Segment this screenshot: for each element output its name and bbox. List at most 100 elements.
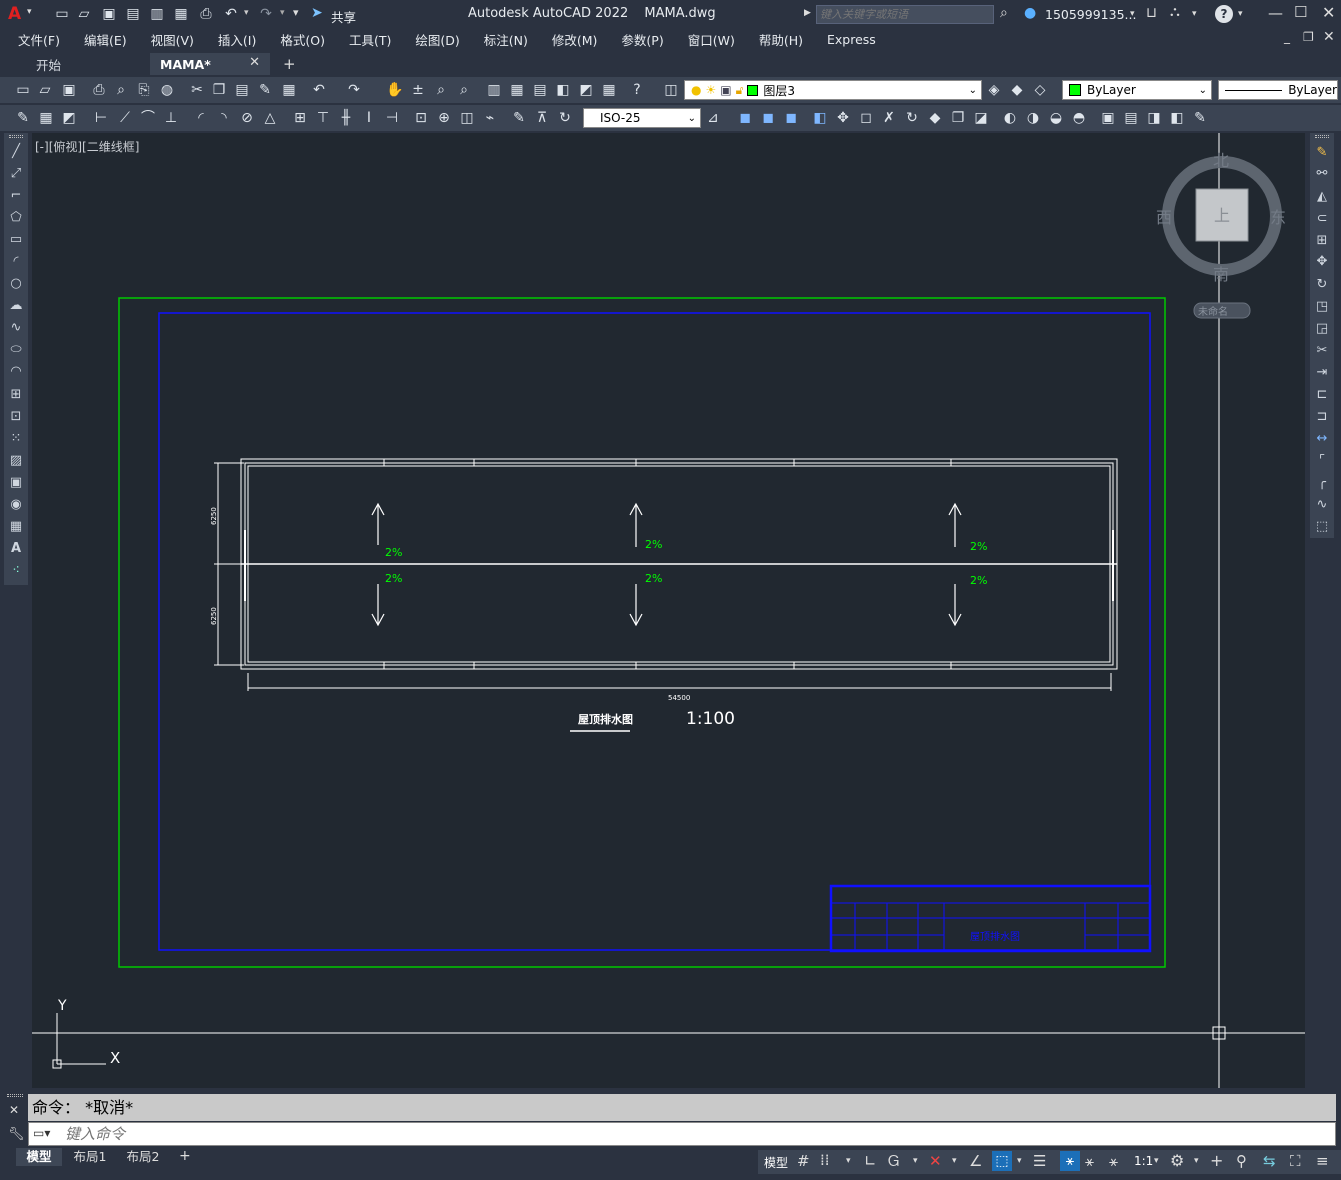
menu-dimension[interactable]: 标注(N)	[472, 30, 540, 49]
menu-parametric[interactable]: 参数(P)	[609, 30, 675, 49]
menu-file[interactable]: 文件(F)	[6, 30, 72, 49]
separate-icon[interactable]: ◒	[1047, 109, 1065, 127]
app-menu-arrow-icon[interactable]: ▾	[27, 7, 32, 17]
command-grip[interactable]	[7, 1094, 23, 1097]
palette-grip-right[interactable]	[1315, 135, 1329, 138]
union-icon[interactable]: ◼	[736, 109, 754, 127]
viewcube-top-label[interactable]: 上	[1214, 206, 1230, 225]
markup-icon[interactable]: ◩	[577, 81, 595, 99]
command-input-box[interactable]: ▭▾	[28, 1122, 1336, 1146]
check-icon[interactable]: ▣	[1099, 109, 1117, 127]
ortho-icon[interactable]: ∟	[864, 1152, 877, 1170]
viewcube-south[interactable]: 南	[1213, 265, 1229, 284]
properties-icon[interactable]: ▥	[485, 81, 503, 99]
menu-edit[interactable]: 编辑(E)	[72, 30, 139, 49]
stretch-icon[interactable]: ◲	[1314, 321, 1330, 337]
maximize-icon[interactable]: ☐	[1294, 3, 1307, 21]
viewcube-north[interactable]: 北	[1213, 151, 1229, 170]
save-file-icon[interactable]: ▣	[60, 81, 78, 99]
viewcube[interactable]	[1162, 156, 1282, 319]
circle-icon[interactable]: ○	[8, 276, 24, 292]
copy-icon[interactable]: ❐	[210, 81, 228, 99]
command-close-icon[interactable]: ✕	[9, 1103, 19, 1117]
save-web-icon[interactable]: ▦	[172, 5, 190, 23]
fillet-icon[interactable]: ╭	[1314, 475, 1330, 491]
dimstyle-dropdown-arrow-icon[interactable]: ⌄	[688, 113, 696, 124]
clean-icon[interactable]: ◑	[1024, 109, 1042, 127]
layer-on-icon[interactable]: ●	[691, 83, 701, 97]
scale-dropdown-icon[interactable]: ▾	[1154, 1156, 1159, 1166]
save-as-icon[interactable]: ▤	[124, 5, 142, 23]
undo-icon[interactable]: ↶	[222, 5, 240, 23]
status-menu-icon[interactable]: ≡	[1316, 1152, 1329, 1170]
help-tb-icon[interactable]: ?	[628, 81, 646, 99]
add-selected-icon[interactable]: ⁖	[8, 563, 24, 579]
annotation-monitor-icon[interactable]: +	[1210, 1151, 1223, 1170]
qnew-icon[interactable]: ▭	[14, 81, 32, 99]
arc-length-icon[interactable]: ⌒	[139, 109, 157, 127]
ellipse-arc-icon[interactable]: ◠	[8, 364, 24, 380]
solid-edit-icon[interactable]: ▤	[1122, 109, 1140, 127]
subtract-icon[interactable]: ◼	[759, 109, 777, 127]
share-label[interactable]: 共享	[331, 7, 356, 26]
explode-icon[interactable]: ⬚	[1314, 519, 1330, 535]
color-faces-icon[interactable]: ◪	[972, 109, 990, 127]
menu-modify[interactable]: 修改(M)	[540, 30, 610, 49]
tab-mama[interactable]: MAMA* ✕	[150, 53, 270, 75]
arc-icon[interactable]: ◜	[8, 254, 24, 270]
center-mark-icon[interactable]: ⊕	[435, 109, 453, 127]
construction-line-icon[interactable]: ⤢	[8, 166, 24, 182]
layout-tab-2[interactable]: 布局2	[120, 1148, 166, 1166]
clean-screen-icon[interactable]: ⛶	[1290, 1152, 1301, 1170]
customize-dropdown-icon[interactable]: ▾	[293, 6, 299, 19]
dimstyle-dropdown[interactable]: ISO-25 ⌄	[583, 108, 701, 128]
doc-restore-icon[interactable]: ❐	[1303, 30, 1314, 44]
rectangle-icon[interactable]: ▭	[8, 232, 24, 248]
make-current-icon[interactable]: ◈	[985, 81, 1003, 99]
share-icon[interactable]: ➤	[311, 5, 323, 21]
quick-dim-icon[interactable]: ⊞	[291, 109, 309, 127]
search-icon[interactable]: ⌕	[1000, 5, 1008, 21]
tb2-icon-1[interactable]: ✎	[14, 109, 32, 127]
menu-insert[interactable]: 插入(I)	[206, 30, 268, 49]
insert-block-icon[interactable]: ⊞	[8, 387, 24, 403]
inspect-icon[interactable]: ◫	[458, 109, 476, 127]
revision-cloud-icon[interactable]: ☁	[8, 298, 24, 314]
layout-tab-1[interactable]: 布局1	[67, 1148, 113, 1166]
workspace-dropdown-icon[interactable]: ▾	[1194, 1156, 1199, 1166]
zoom-window-icon[interactable]: ⌕	[432, 81, 450, 99]
help-icon[interactable]: ?	[1215, 5, 1233, 23]
block-editor-icon[interactable]: ▦	[280, 81, 298, 99]
layer-previous-icon[interactable]: ◆	[1008, 81, 1026, 99]
section-icon[interactable]: ◨	[1145, 109, 1163, 127]
dim-update-icon[interactable]: ↻	[556, 109, 574, 127]
tb2-icon-3[interactable]: ◩	[60, 109, 78, 127]
zoom-realtime-icon[interactable]: ±	[409, 81, 427, 99]
publish-3d-icon[interactable]: ◍	[158, 81, 176, 99]
auto-scale-icon[interactable]: ⚹	[1085, 1152, 1094, 1170]
rotate-faces-icon[interactable]: ↻	[903, 109, 921, 127]
continue-dim-icon[interactable]: ╫	[337, 109, 355, 127]
zoom-previous-icon[interactable]: ⌕	[455, 81, 473, 99]
layer-dropdown[interactable]: ● ☀ ▣ 🔓︎ 图层3 ⌄	[684, 80, 982, 100]
calculator-icon[interactable]: ▦	[600, 81, 618, 99]
blend-curves-icon[interactable]: ∿	[1314, 497, 1330, 513]
minimize-icon[interactable]: —	[1268, 4, 1283, 22]
store-icon[interactable]: ⊔	[1146, 5, 1157, 21]
make-block-icon[interactable]: ⊡	[8, 409, 24, 425]
tab-start[interactable]: 开始	[26, 53, 146, 75]
app-dropdown-icon[interactable]: ▾	[1192, 9, 1197, 19]
menu-tools[interactable]: 工具(T)	[337, 30, 403, 49]
radius-dim-icon[interactable]: ◜	[192, 109, 210, 127]
units-icon[interactable]: ⚲	[1236, 1152, 1247, 1170]
copy-object-icon[interactable]: ⚯	[1314, 166, 1330, 182]
tb2-icon-2[interactable]: ▦	[37, 109, 55, 127]
jogged-linear-icon[interactable]: ⌁	[481, 109, 499, 127]
user-name[interactable]: 1505999135...	[1045, 7, 1136, 22]
grid-icon[interactable]: #	[797, 1152, 810, 1170]
offset-icon[interactable]: ⊂	[1314, 211, 1330, 227]
tab-close-icon[interactable]: ✕	[249, 55, 260, 70]
menu-express[interactable]: Express	[815, 32, 888, 47]
command-customize-icon[interactable]: 🔧︎	[8, 1127, 25, 1142]
palette-grip[interactable]	[9, 135, 23, 138]
